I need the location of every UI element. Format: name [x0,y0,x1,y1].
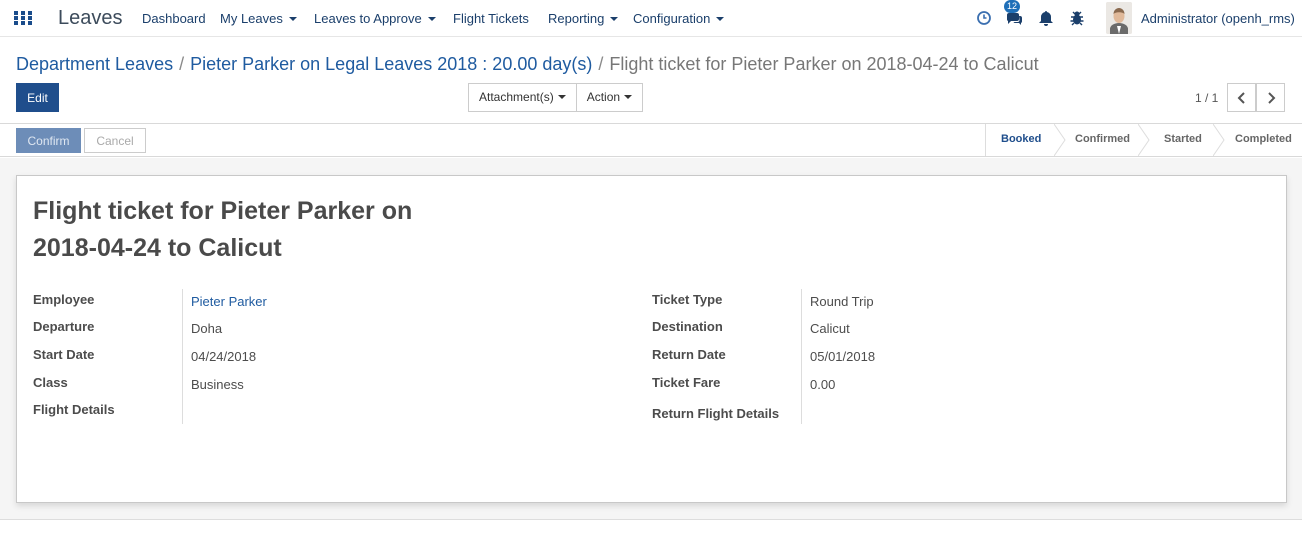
user-avatar[interactable] [1106,2,1132,34]
attachments-label: Attachment(s) [479,90,554,104]
caret-down-icon [624,94,633,99]
class-label: Class [33,375,68,390]
edit-button[interactable]: Edit [16,83,59,112]
ticket-fare-value: 0.00 [810,377,836,392]
class-value: Business [191,377,244,392]
menu-dashboard[interactable]: Dashboard [142,11,206,26]
record-title: Flight ticket for Pieter Parker on 2018-… [33,197,413,262]
caret-down-icon [288,16,297,21]
menu-leaves-to-approve[interactable]: Leaves to Approve [314,11,436,26]
menu-label: Leaves to Approve [314,11,422,26]
sidebar-button-group: Attachment(s) Action [468,83,644,112]
stage-arrow-icon [1213,124,1225,156]
return-date-label: Return Date [652,347,726,362]
apps-grid-icon[interactable] [14,11,32,26]
chevron-left-icon [1237,91,1245,104]
start-date-label: Start Date [33,347,95,362]
pager-previous-button[interactable] [1227,83,1256,112]
form-sheet: Flight ticket for Pieter Parker on 2018-… [16,175,1287,503]
app-title: Leaves [58,7,123,29]
menu-label: Dashboard [142,11,206,26]
breadcrumb-separator: / [179,54,185,74]
destination-label: Destination [652,319,723,334]
caret-down-icon [427,16,436,21]
confirm-button[interactable]: Confirm [16,128,81,153]
caret-down-icon [716,16,725,21]
return-flight-details-label: Return Flight Details [652,406,780,421]
departure-label: Departure [33,319,95,334]
ticket-fare-label: Ticket Fare [652,375,721,390]
stage-started[interactable]: Started [1164,133,1202,145]
menu-reporting[interactable]: Reporting [548,11,619,26]
field-divider [182,289,183,424]
ticket-type-value: Round Trip [810,294,874,309]
bell-icon[interactable] [1037,9,1055,27]
action-dropdown[interactable]: Action [575,84,642,111]
stage-booked[interactable]: Booked [1001,133,1041,145]
stage-pipeline: Booked Confirmed Started Completed [985,124,1302,156]
start-date-value: 04/24/2018 [191,349,257,364]
stage-arrow-icon [1054,124,1066,156]
return-date-value: 05/01/2018 [810,349,876,364]
pager-next-button[interactable] [1256,83,1285,112]
breadcrumb-leave-record[interactable]: Pieter Parker on Legal Leaves 2018 : 20.… [190,54,592,74]
chevron-right-icon [1267,91,1275,104]
cancel-button[interactable]: Cancel [84,128,146,153]
field-divider [801,289,802,424]
stage-completed[interactable]: Completed [1235,133,1292,145]
breadcrumb-separator: / [598,54,604,74]
stage-arrow-icon [1138,124,1150,156]
bug-icon[interactable] [1068,9,1086,27]
stage-confirmed[interactable]: Confirmed [1075,133,1130,145]
menu-configuration[interactable]: Configuration [633,11,725,26]
breadcrumb-current: Flight ticket for Pieter Parker on 2018-… [609,54,1039,74]
menu-label: Configuration [633,11,711,26]
breadcrumb: Department Leaves / Pieter Parker on Legal… [16,54,1039,75]
clock-icon[interactable] [975,9,993,27]
menu-flight-tickets[interactable]: Flight Tickets [453,11,529,26]
caret-down-icon [610,16,619,21]
menu-label: My Leaves [220,11,283,26]
breadcrumb-department-leaves[interactable]: Department Leaves [16,54,173,74]
flight-details-label: Flight Details [33,402,115,417]
messages-count-badge: 12 [1004,0,1021,13]
action-label: Action [586,90,621,104]
pager-value[interactable]: 1 / 1 [1195,91,1218,105]
menu-my-leaves[interactable]: My Leaves [220,11,297,26]
user-menu[interactable]: Administrator (openh_rms) [1141,11,1295,26]
top-navbar: Leaves Dashboard My Leaves Leaves to App… [0,0,1302,37]
menu-label: Flight Tickets [453,11,529,26]
ticket-type-label: Ticket Type [652,292,723,307]
menu-label: Reporting [548,11,605,26]
destination-value: Calicut [810,321,850,336]
caret-down-icon [557,94,566,99]
status-bar: Confirm Cancel Booked Confirmed Started … [0,123,1302,157]
departure-value: Doha [191,321,223,336]
employee-label: Employee [33,292,95,307]
employee-value[interactable]: Pieter Parker [191,294,267,309]
attachments-dropdown[interactable]: Attachment(s) [469,84,576,111]
